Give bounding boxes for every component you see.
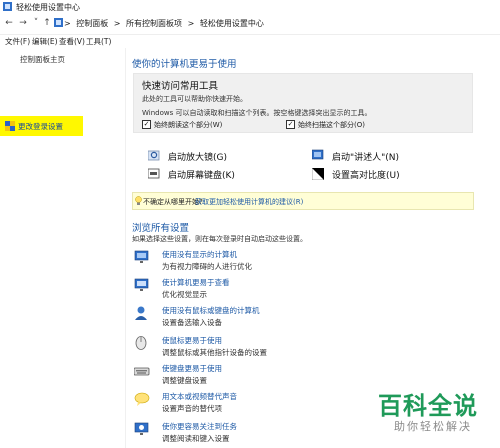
watermark-slogan: 助你轻松解决 xyxy=(394,420,472,433)
menu-view[interactable]: 查看(V) xyxy=(59,36,85,47)
keyboard-icon xyxy=(147,168,160,180)
list-item: 使键盘更易于使用 调整键盘设置 xyxy=(133,362,474,388)
control-panel-icon xyxy=(3,2,12,11)
breadcrumb-sep: > xyxy=(113,19,121,28)
always-read-label: 始终朗读这个部分(W) xyxy=(154,121,223,129)
sidebar-item-change-signin[interactable]: 更改登录设置 xyxy=(0,116,83,136)
breadcrumb-item-all-items[interactable]: 所有控制面板项 xyxy=(126,19,182,28)
window-title: 轻松使用设置中心 xyxy=(16,3,80,12)
item-title[interactable]: 使用没有显示的计算机 xyxy=(162,249,237,260)
chevron-down-icon[interactable]: ˅ xyxy=(31,18,41,28)
shield-icon xyxy=(5,121,15,133)
browse-heading: 浏览所有设置 xyxy=(132,223,190,234)
watermark-title: 百科全说 xyxy=(378,392,478,420)
start-magnifier-link[interactable]: 启动放大镜(G) xyxy=(168,150,227,163)
list-item: 使计算机更易于查看 优化视觉显示 xyxy=(134,276,474,302)
menu-edit[interactable]: 编辑(E) xyxy=(32,36,58,47)
item-desc: 调整键盘设置 xyxy=(162,376,207,385)
lightbulb-icon xyxy=(135,196,142,208)
menu-bar: 文件(F) 编辑(E) 查看(V) 工具(T) xyxy=(0,34,500,46)
menu-file[interactable]: 文件(F) xyxy=(5,36,30,47)
quick-access-title: 快速访问常用工具 xyxy=(142,81,219,92)
magnifier-icon xyxy=(147,150,160,162)
item-title[interactable]: 使鼠标更易于使用 xyxy=(162,335,222,346)
address-bar: ← → ˅ ↑ > 控制面板 > 所有控制面板项 > 轻松使用设置中心 xyxy=(0,14,500,35)
item-title[interactable]: 使用没有鼠标或键盘的计算机 xyxy=(162,305,260,316)
hint-bar: 不确定从哪里开始? 获取更加轻松使用计算机的建议(R) xyxy=(132,192,474,210)
quick-access-desc-1: 此处的工具可以帮助你快速开始。 xyxy=(142,95,247,103)
speech-bubble-icon xyxy=(134,391,150,407)
always-scan-checkbox[interactable]: ✓ xyxy=(286,120,295,129)
mouse-icon xyxy=(134,335,150,351)
always-scan-label: 始终扫描这个部分(O) xyxy=(298,121,365,129)
item-title[interactable]: 使计算机更易于查看 xyxy=(162,277,230,288)
high-contrast-icon xyxy=(311,167,325,181)
page-title: 使你的计算机更易于使用 xyxy=(132,59,237,70)
menu-tools[interactable]: 工具(T) xyxy=(86,36,111,47)
control-panel-crumb-icon xyxy=(54,18,63,29)
item-title[interactable]: 用文本或视频替代声音 xyxy=(162,391,237,402)
item-desc: 调整鼠标或其他指针设备的设置 xyxy=(162,348,267,357)
display-icon xyxy=(134,277,150,293)
item-desc: 为有视力障碍的人进行优化 xyxy=(162,262,252,271)
monitor-icon xyxy=(134,249,150,265)
up-arrow-icon[interactable]: ↑ xyxy=(42,18,52,28)
back-arrow-icon[interactable]: ← xyxy=(4,18,14,28)
watermark: 百科全说 助你轻松解决 xyxy=(372,386,500,448)
hint-question: 不确定从哪里开始? xyxy=(143,198,203,206)
start-narrator-link[interactable]: 启动"讲述人"(N) xyxy=(332,150,399,163)
sidebar: 控制面板主页 更改登录设置 xyxy=(0,48,126,448)
list-item: 使用没有显示的计算机 为有视力障碍的人进行优化 xyxy=(134,248,474,274)
browse-subtitle: 如果选择这些设置，则在每次登录时自动启动这些设置。 xyxy=(132,235,307,243)
breadcrumb-item-ease-of-access[interactable]: 轻松使用设置中心 xyxy=(200,19,264,28)
sidebar-item-label: 更改登录设置 xyxy=(18,122,63,131)
list-item: 使鼠标更易于使用 调整鼠标或其他指针设备的设置 xyxy=(134,334,474,360)
item-desc: 优化视觉显示 xyxy=(162,290,207,299)
forward-arrow-icon[interactable]: → xyxy=(18,18,28,28)
title-bar: 轻松使用设置中心 xyxy=(0,0,500,14)
keyboard-icon xyxy=(133,363,150,379)
breadcrumb-item-control-panel[interactable]: 控制面板 xyxy=(76,19,108,28)
item-title[interactable]: 使键盘更易于使用 xyxy=(162,363,222,374)
focus-icon xyxy=(134,421,150,437)
sidebar-item-home[interactable]: 控制面板主页 xyxy=(20,54,65,65)
breadcrumb: > 控制面板 > 所有控制面板项 > 轻松使用设置中心 xyxy=(64,18,267,29)
item-title[interactable]: 使你更容易关注到任务 xyxy=(162,421,237,432)
start-osk-link[interactable]: 启动屏幕键盘(K) xyxy=(168,168,235,181)
get-recommendations-link[interactable]: 获取更加轻松使用计算机的建议(R) xyxy=(195,197,303,207)
quick-access-desc-2: Windows 可以自动读取和扫描这个列表。按空格键选择突出显示的工具。 xyxy=(142,109,372,117)
item-desc: 设置备选输入设备 xyxy=(162,318,222,327)
item-desc: 调整阅读和键入设置 xyxy=(162,434,230,443)
list-item: 使用没有鼠标或键盘的计算机 设置备选输入设备 xyxy=(134,304,474,330)
breadcrumb-sep: > xyxy=(64,19,71,28)
narrator-icon xyxy=(311,149,324,161)
breadcrumb-sep: > xyxy=(187,19,195,28)
item-desc: 设置声音的替代项 xyxy=(162,404,222,413)
user-icon xyxy=(134,305,150,321)
always-read-checkbox[interactable]: ✓ xyxy=(142,120,151,129)
set-high-contrast-link[interactable]: 设置高对比度(U) xyxy=(332,168,400,181)
